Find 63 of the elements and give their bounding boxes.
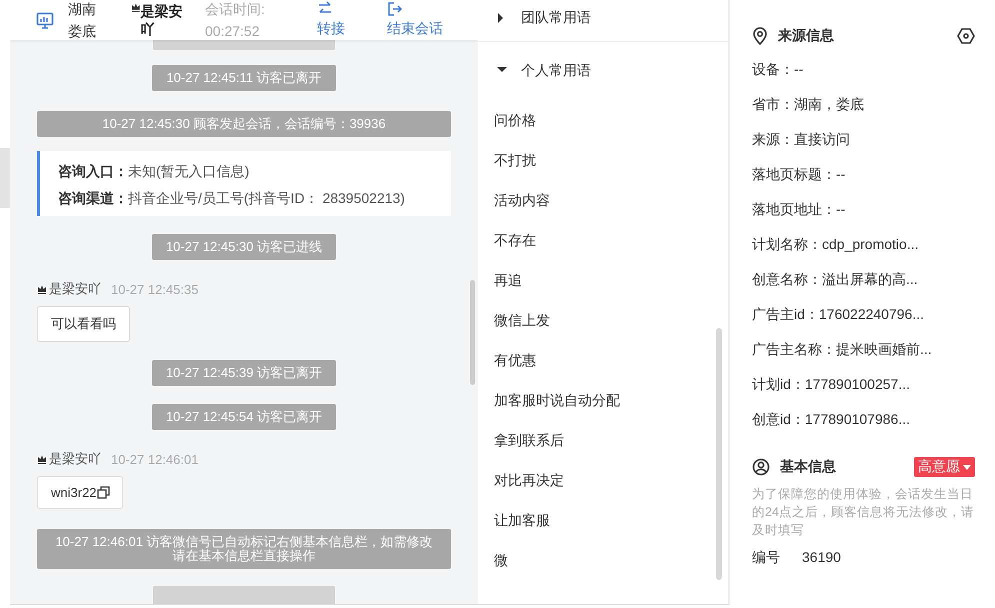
system-message: 10-27 12:45:30 访客已进线 <box>152 234 336 260</box>
source-field: 广告主id：176022240796... <box>752 306 924 324</box>
settings-icon[interactable] <box>957 27 975 45</box>
phrase-item[interactable]: 问价格 <box>478 100 728 140</box>
phrase-item[interactable]: 加客服时说自动分配 <box>478 380 728 420</box>
crown-icon <box>131 2 141 13</box>
phrase-item[interactable]: 对比再决定 <box>478 460 728 500</box>
intent-tag-dropdown[interactable]: 高意愿 <box>914 457 975 477</box>
message-bubble: wni3r22 <box>37 476 123 509</box>
scrollbar[interactable] <box>470 280 475 385</box>
message-time: 10-27 12:46:01 <box>111 452 198 466</box>
system-message: 10-27 12:45:30 顾客发起会话，会话编号：39936 <box>37 111 451 137</box>
phrase-group-header[interactable]: 团队常用语 <box>478 0 728 42</box>
message-time: 10-27 12:45:35 <box>111 282 198 296</box>
user-icon <box>752 458 770 476</box>
caret-down-icon <box>963 464 971 470</box>
scrollbar[interactable] <box>716 328 722 580</box>
section-title: 来源信息 <box>778 27 834 45</box>
transfer-button[interactable]: 转接 <box>317 1 345 39</box>
session-time: 00:27:52 <box>205 22 260 40</box>
source-field: 广告主名称：提米映画婚前... <box>752 340 932 358</box>
phrase-item[interactable]: 让加客服 <box>478 500 728 540</box>
notice-text: 为了保障您的使用体验，会话发生当日的24点之后，顾客信息将无法修改，请及时填写 <box>752 486 975 539</box>
info-row-text: 咨询渠道：抖音企业号/员工号(抖音号ID： 2839502213) <box>58 189 406 208</box>
field-value: 36190 <box>802 549 841 567</box>
info-row-text: 咨询入口：未知(暂无入口信息) <box>58 162 250 181</box>
system-message: 10-27 12:45:54 访客已离开 <box>152 404 336 430</box>
message-bubble: 可以看看吗 <box>37 306 130 342</box>
source-field: 创意id：177890107986... <box>752 410 910 428</box>
source-field: 计划id：177890100257... <box>752 376 910 394</box>
system-message: 10-27 12:46:01 访客微信号已自动标记右侧基本信息栏，如需修改请在基本信息栏直接操作 <box>37 529 451 569</box>
phrase-item[interactable]: 微信上发 <box>478 300 728 340</box>
phrase-item[interactable]: 微 <box>478 540 728 580</box>
source-field: 落地页标题：-- <box>752 166 846 184</box>
phrase-item[interactable]: 不打扰 <box>478 140 728 180</box>
field-label: 编号 <box>752 549 780 567</box>
session-time-label: 会话时间: <box>205 0 266 19</box>
location-text: 湖南娄底 <box>68 0 97 40</box>
phrase-item[interactable]: 有优惠 <box>478 340 728 380</box>
source-field: 创意名称：溢出屏幕的高... <box>752 270 918 288</box>
phrase-group-header[interactable]: 个人常用语 <box>478 52 728 90</box>
system-message: 10-27 12:45:11 访客已离开 <box>152 65 336 91</box>
copy-icon <box>96 486 110 499</box>
source-field: 落地页地址：-- <box>752 200 846 218</box>
system-message: 10-27 12:45:39 访客已离开 <box>152 360 336 386</box>
crown-icon <box>37 284 47 294</box>
source-field: 设备：-- <box>752 60 804 78</box>
sender-name: 是梁安吖 <box>49 280 101 298</box>
exit-icon <box>387 1 403 17</box>
agent-name: 是梁安吖 <box>140 2 184 38</box>
source-field: 计划名称：cdp_promotio... <box>752 236 918 254</box>
crown-icon <box>37 454 47 464</box>
monitor-icon <box>36 12 54 28</box>
source-field: 省市：湖南，娄底 <box>752 96 864 114</box>
end-session-button[interactable]: 结束会话 <box>387 1 443 39</box>
phrase-item[interactable]: 拿到联系后 <box>478 420 728 460</box>
phrase-item[interactable]: 不存在 <box>478 220 728 260</box>
phrase-item[interactable]: 再追 <box>478 260 728 300</box>
location-pin-icon <box>752 27 768 45</box>
phrase-item[interactable]: 活动内容 <box>478 180 728 220</box>
source-field: 来源：直接访问 <box>752 130 850 148</box>
sender-name: 是梁安吖 <box>49 450 101 468</box>
section-title: 基本信息 <box>780 458 836 476</box>
